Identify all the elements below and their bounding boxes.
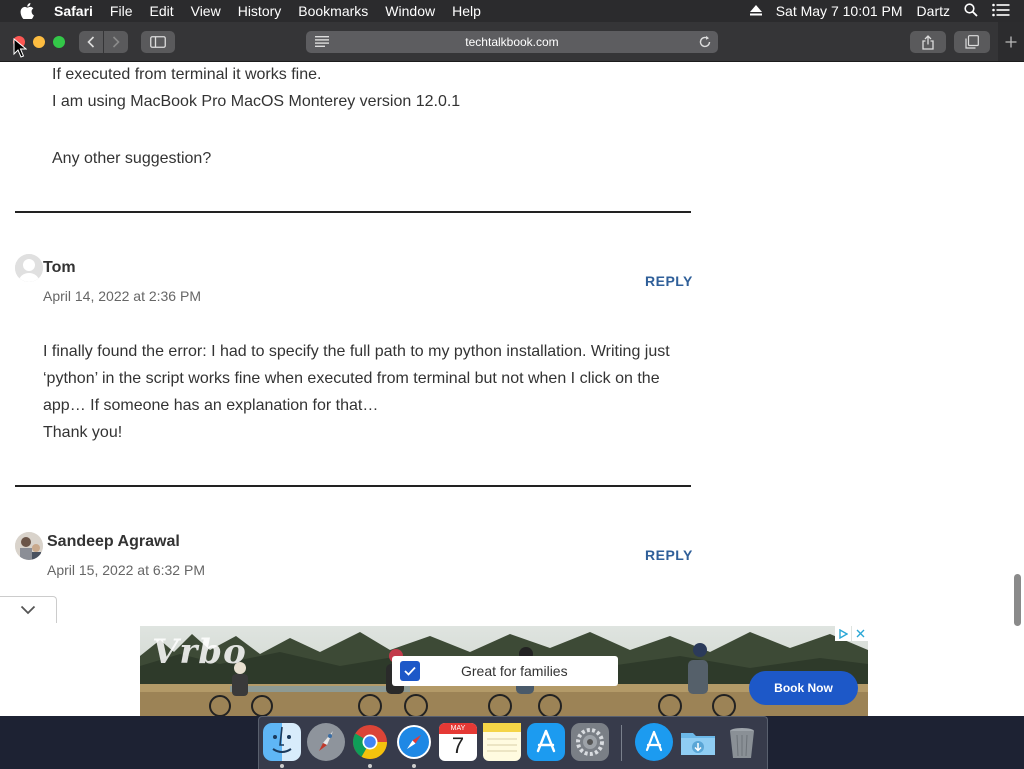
comment-date[interactable]: April 15, 2022 at 6:32 PM <box>47 562 205 578</box>
tab-overview-button[interactable] <box>954 31 990 53</box>
menu-window[interactable]: Window <box>385 3 435 19</box>
notification-center-icon[interactable] <box>992 3 1010 20</box>
scrollbar-thumb[interactable] <box>1014 574 1021 626</box>
reader-mode-icon[interactable] <box>315 36 329 50</box>
menubar-clock[interactable]: Sat May 7 10:01 PM <box>776 3 903 19</box>
minimize-window-button[interactable] <box>33 36 45 48</box>
eject-icon[interactable] <box>749 3 762 19</box>
close-ad-icon[interactable] <box>852 626 868 641</box>
trash-icon[interactable] <box>723 723 761 761</box>
downloads-folder-icon[interactable] <box>679 723 717 761</box>
mouse-cursor <box>13 38 27 58</box>
avatar <box>15 254 43 282</box>
running-indicator <box>280 764 284 768</box>
finder-icon[interactable] <box>263 723 301 761</box>
app-store-download-icon[interactable] <box>635 723 673 761</box>
book-now-button[interactable]: Book Now <box>749 671 858 705</box>
menu-file[interactable]: File <box>110 3 133 19</box>
menu-bookmarks[interactable]: Bookmarks <box>298 3 368 19</box>
menu-view[interactable]: View <box>191 3 221 19</box>
url-text: techtalkbook.com <box>465 35 559 49</box>
comment-author[interactable]: Tom <box>43 259 76 277</box>
menu-history[interactable]: History <box>238 3 282 19</box>
notes-icon[interactable] <box>483 723 521 761</box>
spotlight-icon[interactable] <box>964 2 978 20</box>
comment-divider <box>15 211 691 213</box>
share-button[interactable] <box>910 31 946 53</box>
page-scrollbar[interactable] <box>1010 62 1024 716</box>
comment-date[interactable]: April 14, 2022 at 2:36 PM <box>43 288 201 304</box>
menu-bar: Safari File Edit View History Bookmarks … <box>0 0 1024 22</box>
reply-link[interactable]: REPLY <box>645 547 693 563</box>
comment-divider <box>15 485 691 487</box>
address-bar[interactable]: techtalkbook.com <box>306 31 718 53</box>
ad-brand-logo: Vrbo <box>152 632 247 672</box>
sidebar-toggle-button[interactable] <box>141 31 175 53</box>
chevron-down-icon <box>20 605 36 615</box>
dock: MAY 7 <box>258 716 768 769</box>
running-indicator <box>368 764 372 768</box>
dock-separator <box>621 725 622 761</box>
apple-menu-icon[interactable] <box>20 3 38 19</box>
zoom-window-button[interactable] <box>53 36 65 48</box>
menu-app-name[interactable]: Safari <box>54 3 93 19</box>
adchoices-icon[interactable] <box>835 626 851 641</box>
calendar-icon[interactable]: MAY 7 <box>439 723 477 761</box>
chrome-icon[interactable] <box>351 723 389 761</box>
checkbox-icon <box>400 661 420 681</box>
reply-link[interactable]: REPLY <box>645 273 693 289</box>
new-tab-button[interactable] <box>998 22 1024 61</box>
menu-help[interactable]: Help <box>452 3 481 19</box>
comment-text-line: Any other suggestion? <box>52 150 212 167</box>
back-button[interactable] <box>79 31 103 53</box>
avatar <box>15 532 43 560</box>
comment-text-line: I am using MacBook Pro MacOS Monterey ve… <box>52 93 461 110</box>
launchpad-icon[interactable] <box>307 723 345 761</box>
menubar-user[interactable]: Dartz <box>917 3 950 19</box>
ad-collapse-button[interactable] <box>0 596 57 623</box>
menu-edit[interactable]: Edit <box>149 3 173 19</box>
comment-text-line: If executed from terminal it works fine. <box>52 66 322 83</box>
ad-tagline-box: Great for families <box>392 656 618 686</box>
ad-tagline-text: Great for families <box>461 663 568 679</box>
reload-icon[interactable] <box>698 35 712 52</box>
running-indicator <box>412 764 416 768</box>
calendar-day: 7 <box>451 733 465 758</box>
web-page-content: If executed from terminal it works fine.… <box>0 62 1010 618</box>
safari-toolbar: techtalkbook.com <box>0 22 1024 62</box>
comment-text-line: ‘python’ in the script works fine when e… <box>43 370 660 387</box>
comment-author[interactable]: Sandeep Agrawal <box>47 533 180 551</box>
ad-banner[interactable]: Vrbo Great for families Book Now <box>140 626 868 716</box>
comment-text-line: app… If someone has an explanation for t… <box>43 397 379 414</box>
forward-button[interactable] <box>104 31 128 53</box>
comment-text-line: I finally found the error: I had to spec… <box>43 343 670 360</box>
comment-text-line: Thank you! <box>43 424 123 441</box>
safari-icon[interactable] <box>395 723 433 761</box>
app-store-icon[interactable] <box>527 723 565 761</box>
system-preferences-icon[interactable] <box>571 723 609 761</box>
